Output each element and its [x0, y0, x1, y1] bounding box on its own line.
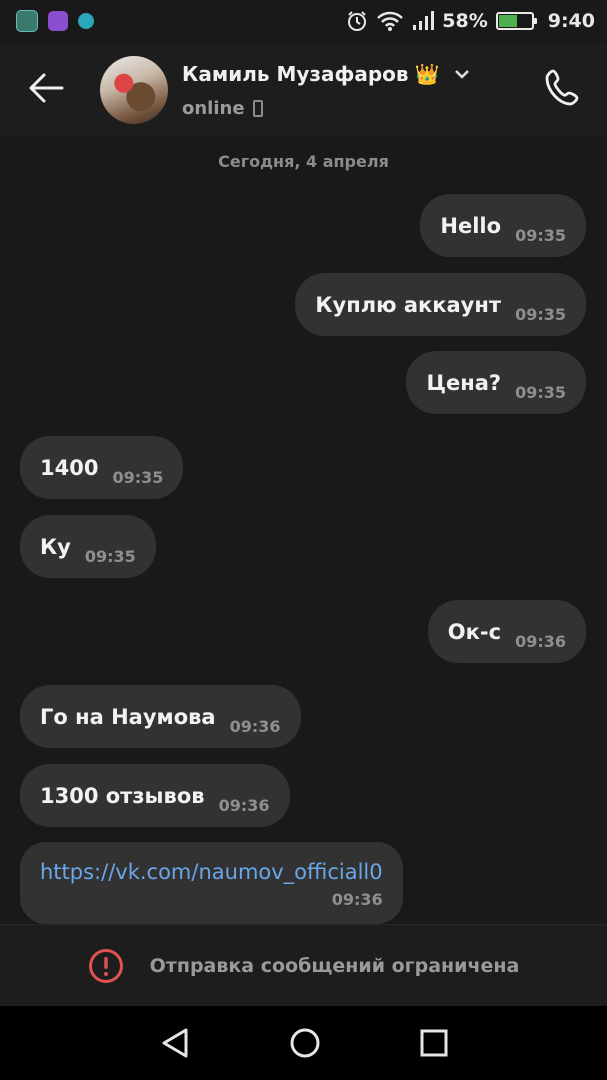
system-nav-bar	[0, 1006, 607, 1080]
battery-icon	[495, 12, 537, 30]
message-text: Hello	[440, 213, 502, 238]
signal-icon	[413, 11, 435, 30]
message-time: 09:35	[84, 547, 136, 566]
message-bubble-out[interactable]: Куплю аккаунт 09:35	[295, 273, 586, 336]
message-time: 09:35	[515, 226, 566, 245]
message-link[interactable]: https://vk.com/naumov_officiall0	[40, 860, 383, 884]
status-bar: 58% 9:40	[0, 0, 607, 42]
phone-call-icon[interactable]	[543, 66, 585, 108]
message-time: 09:35	[515, 383, 566, 402]
warning-circle-icon	[88, 949, 123, 983]
nav-home-icon[interactable]	[289, 1027, 321, 1059]
message-bubble-out[interactable]: Цена? 09:35	[406, 351, 586, 414]
message-bubble-out[interactable]: Hello 09:35	[420, 194, 586, 257]
messaging-restricted-bar: Отправка сообщений ограничена	[0, 924, 607, 1007]
message-time: 09:36	[229, 717, 281, 736]
nav-back-icon[interactable]	[160, 1027, 190, 1059]
contact-name-text: Камиль Музафаров	[182, 62, 409, 86]
wifi-icon	[377, 11, 404, 31]
message-text: Ку	[40, 534, 71, 559]
nav-recents-icon[interactable]	[420, 1029, 448, 1057]
message-text: Го на Наумова	[40, 704, 216, 729]
message-text: Куплю аккаунт	[315, 292, 502, 317]
restriction-text: Отправка сообщений ограничена	[149, 955, 520, 977]
presence-status: online	[182, 98, 263, 119]
message-time: 09:36	[331, 890, 383, 909]
message-list[interactable]: Сегодня, 4 апреля Hello 09:35 Куплю акка…	[0, 136, 607, 924]
message-bubble-in[interactable]: Го на Наумова 09:36	[20, 685, 301, 748]
message-time: 09:36	[218, 796, 270, 815]
message-bubble-in[interactable]: 1300 отзывов 09:36	[20, 764, 290, 827]
avatar[interactable]	[100, 56, 168, 124]
message-bubble-in[interactable]: Ку 09:35	[20, 515, 156, 578]
message-bubble-in[interactable]: 1400 09:35	[20, 436, 184, 499]
message-bubble-in-link[interactable]: https://vk.com/naumov_officiall0 09:36	[20, 842, 403, 924]
crown-emoji: 👑	[414, 62, 440, 86]
notes-app-icon	[48, 11, 68, 31]
message-time: 09:36	[515, 632, 566, 651]
message-text: Ок-с	[447, 619, 502, 644]
message-bubble-out[interactable]: Ок-с 09:36	[427, 600, 586, 663]
back-arrow-icon[interactable]	[26, 70, 66, 106]
battery-percent: 58%	[442, 10, 488, 32]
alarm-icon	[348, 11, 367, 31]
chat-header: Камиль Музафаров 👑 online	[0, 42, 607, 136]
message-text: 1400	[40, 455, 99, 480]
clock: 9:40	[547, 10, 595, 32]
message-text: 1300 отзывов	[40, 783, 205, 808]
chevron-down-icon[interactable]	[455, 69, 470, 79]
presence-text: online	[182, 98, 245, 119]
message-time: 09:35	[515, 305, 566, 324]
message-text: Цена?	[426, 370, 502, 395]
date-separator: Сегодня, 4 апреля	[218, 152, 389, 171]
message-time: 09:35	[112, 468, 164, 487]
teal-app-icon	[78, 13, 94, 29]
mobile-device-icon	[252, 100, 263, 117]
contact-name[interactable]: Камиль Музафаров 👑	[182, 62, 470, 86]
gallery-app-icon	[16, 10, 38, 32]
